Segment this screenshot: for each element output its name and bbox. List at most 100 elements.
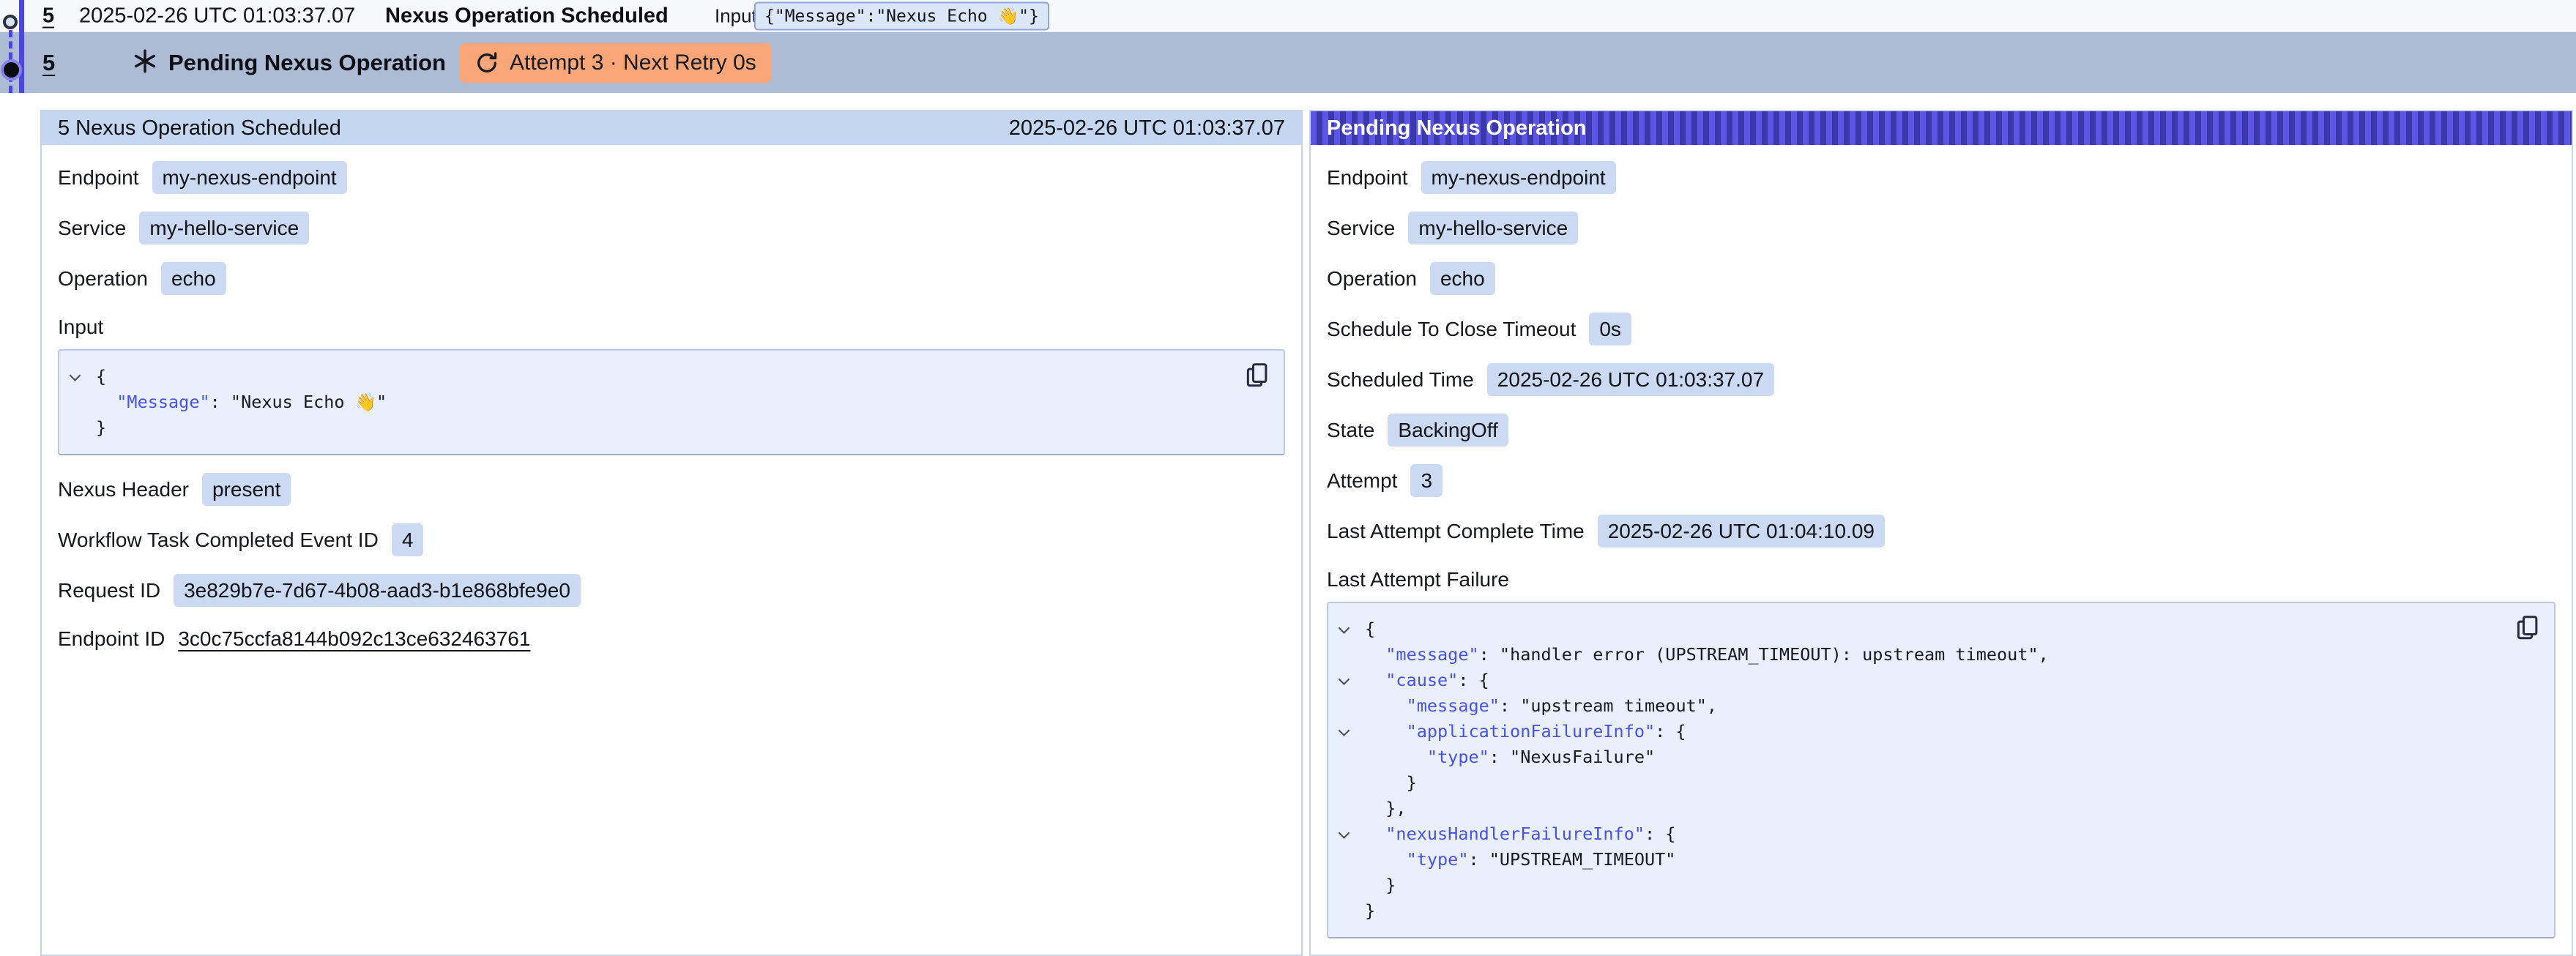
- json-text: {: [1365, 619, 1375, 639]
- field-label: Service: [58, 217, 126, 240]
- event-rows: 5 2025-02-26 UTC 01:03:37.07 Nexus Opera…: [0, 0, 2576, 93]
- field-value-badge: 0s: [1589, 313, 1631, 346]
- json-key: "type": [1407, 849, 1469, 870]
- code-line: "type": "UPSTREAM_TIMEOUT": [1340, 847, 2503, 873]
- copy-icon[interactable]: [2513, 613, 2542, 643]
- code-gutter: [1340, 668, 1365, 693]
- collapse-chevron-icon[interactable]: [70, 370, 81, 381]
- code-gutter: [1340, 821, 1365, 847]
- code-text: }: [96, 415, 106, 441]
- field-service: Service my-hello-service: [58, 212, 1285, 244]
- code-line: {: [1340, 616, 2503, 642]
- field-value-badge: my-nexus-endpoint: [152, 161, 347, 194]
- pending-operation-row[interactable]: 5 Pending Nexus Operation Attempt 3 · Ne…: [0, 32, 2576, 93]
- field-value-badge: 2025-02-26 UTC 01:04:10.09: [1598, 515, 1885, 548]
- field-value-badge: 3e829b7e-7d67-4b08-aad3-b1e868bfe9e0: [174, 574, 581, 607]
- code-line: "applicationFailureInfo": {: [1340, 719, 2503, 744]
- code-text: "message": "upstream timeout",: [1365, 693, 1717, 719]
- code-text: "type": "NexusFailure": [1365, 744, 1655, 770]
- collapse-chevron-icon[interactable]: [1339, 622, 1350, 634]
- retry-icon: [474, 51, 499, 75]
- code-line: }: [71, 415, 1232, 441]
- event-id-link[interactable]: 5: [42, 4, 54, 28]
- event-detail-fields: Endpoint my-nexus-endpoint Service my-hello…: [42, 145, 1301, 654]
- code-line: "cause": {: [1340, 668, 2503, 693]
- field-value-badge: 3: [1410, 464, 1443, 497]
- copy-icon[interactable]: [1243, 361, 1272, 390]
- code-gutter: [71, 415, 96, 441]
- pending-operation-header-title: Pending Nexus Operation: [1327, 116, 1587, 141]
- collapse-chevron-icon[interactable]: [1339, 725, 1350, 736]
- json-text: : "Nexus Echo 👋": [210, 392, 387, 412]
- event-summary-row[interactable]: 5 2025-02-26 UTC 01:03:37.07 Nexus Opera…: [0, 0, 2576, 32]
- event-name: Nexus Operation Scheduled: [385, 4, 669, 28]
- pending-asterisk-icon: [132, 48, 158, 78]
- code-gutter: [1340, 744, 1365, 770]
- json-key: "nexusHandlerFailureInfo": [1385, 824, 1645, 844]
- event-detail-header: 5 Nexus Operation Scheduled 2025-02-26 U…: [42, 111, 1301, 145]
- field-label: Endpoint: [58, 166, 139, 190]
- json-key: "Message": [116, 392, 209, 412]
- json-key: "message": [1407, 695, 1500, 716]
- field-label: Input: [58, 315, 103, 339]
- field-label: State: [1327, 419, 1374, 442]
- code-gutter: [1340, 898, 1365, 924]
- field-label: Workflow Task Completed Event ID: [58, 529, 379, 552]
- json-text: }: [1365, 900, 1375, 921]
- field-label: Operation: [1327, 267, 1417, 291]
- endpoint-id-link[interactable]: 3c0c75ccfa8144b092c13ce632463761: [178, 627, 530, 651]
- code-line: },: [1340, 796, 2503, 821]
- field-label: Endpoint: [1327, 166, 1408, 190]
- json-text: {: [96, 366, 106, 386]
- field-last-attempt-failure: Last Attempt Failure: [1327, 565, 2555, 594]
- code-line: }: [1340, 873, 2503, 898]
- code-text: "nexusHandlerFailureInfo": {: [1365, 821, 1675, 847]
- json-text: : "NexusFailure": [1489, 747, 1655, 767]
- code-text: },: [1365, 796, 1407, 821]
- retry-badge-label: Attempt 3 · Next Retry 0s: [510, 51, 756, 75]
- timeline-dashed-line: [9, 19, 12, 93]
- field-request-id: Request ID3e829b7e-7d67-4b08-aad3-b1e868…: [58, 574, 1285, 607]
- code-gutter: [1340, 616, 1365, 642]
- json-key: "applicationFailureInfo": [1407, 721, 1656, 742]
- field-label: Last Attempt Complete Time: [1327, 520, 1585, 543]
- field-scheduled-time: Scheduled Time2025-02-26 UTC 01:03:37.07: [1327, 363, 2555, 396]
- field-value-badge: my-nexus-endpoint: [1421, 161, 1616, 194]
- code-line: "message": "upstream timeout",: [1340, 693, 2503, 719]
- event-id-link[interactable]: 5: [42, 50, 55, 76]
- code-line: "message": "handler error (UPSTREAM_TIME…: [1340, 642, 2503, 668]
- field-value-badge: my-hello-service: [139, 212, 309, 244]
- event-timestamp: 2025-02-26 UTC 01:03:37.07: [79, 4, 355, 28]
- field-label: Nexus Header: [58, 478, 189, 501]
- code-block-input_json: { "Message": "Nexus Echo 👋"}: [58, 349, 1285, 455]
- collapse-chevron-icon[interactable]: [1339, 827, 1350, 839]
- field-endpoint: Endpoint my-nexus-endpoint: [58, 161, 1285, 194]
- collapse-chevron-icon[interactable]: [1339, 673, 1350, 685]
- input-preview-badge[interactable]: {"Message":"Nexus Echo 👋"}: [754, 1, 1049, 30]
- retry-attempt-badge: Attempt 3 · Next Retry 0s: [460, 43, 771, 83]
- code-gutter: [1340, 770, 1365, 796]
- code-line: "type": "NexusFailure": [1340, 744, 2503, 770]
- field-value-badge: present: [202, 473, 291, 506]
- input-label: Input: [715, 4, 757, 27]
- json-text: : "upstream timeout",: [1500, 695, 1717, 716]
- code-text: "Message": "Nexus Echo 👋": [96, 389, 387, 415]
- field-label: Attempt: [1327, 469, 1397, 493]
- code-line: "nexusHandlerFailureInfo": {: [1340, 821, 2503, 847]
- pending-operation-fields: Endpointmy-nexus-endpointServicemy-hello…: [1311, 145, 2572, 956]
- field-value-badge: echo: [1430, 262, 1495, 295]
- json-text: },: [1385, 798, 1406, 818]
- pending-operation-header: Pending Nexus Operation: [1311, 111, 2572, 145]
- code-gutter: [1340, 796, 1365, 821]
- code-gutter: [1340, 719, 1365, 744]
- code-block-failure_json: { "message": "handler error (UPSTREAM_TIM…: [1327, 602, 2555, 938]
- json-text: }: [1385, 875, 1396, 895]
- json-text: }: [1407, 772, 1417, 793]
- code-gutter: [1340, 693, 1365, 719]
- code-line: }: [1340, 898, 2503, 924]
- code-text: "type": "UPSTREAM_TIMEOUT": [1365, 847, 1675, 873]
- field-label: Schedule To Close Timeout: [1327, 318, 1576, 341]
- code-text: {: [1365, 616, 1375, 642]
- json-text: }: [96, 417, 106, 438]
- event-detail-panel: 5 Nexus Operation Scheduled 2025-02-26 U…: [40, 110, 1303, 956]
